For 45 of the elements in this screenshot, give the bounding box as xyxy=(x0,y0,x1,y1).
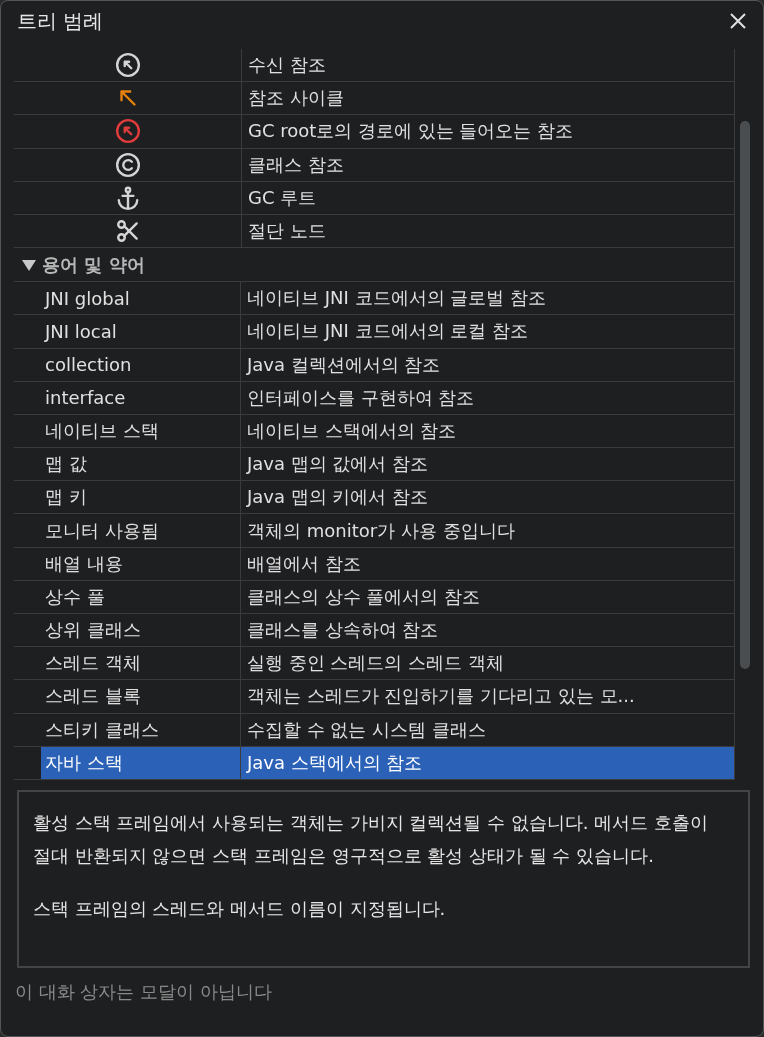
collapse-icon xyxy=(22,257,36,272)
term-cell[interactable]: 배열 내용 xyxy=(41,547,241,580)
description-cell: 네이티브 스택에서의 참조 xyxy=(241,414,736,448)
term-cell[interactable]: JNI global xyxy=(41,282,241,315)
description-cell: 인터페이스를 구현하여 참조 xyxy=(241,381,736,414)
term-cell[interactable]: 상위 클래스 xyxy=(41,614,241,647)
details-text: 스택 프레임의 스레드와 메서드 이름이 지정됩니다. xyxy=(33,896,447,921)
term-cell[interactable]: 스레드 객체 xyxy=(41,647,241,680)
group-header[interactable]: 용어 및 약어 xyxy=(14,248,736,283)
description-cell: 배열에서 참조 xyxy=(241,547,736,580)
term-cell[interactable]: 네이티브 스택 xyxy=(41,414,241,448)
description-cell: GC root로의 경로에 있는 들어오는 참조 xyxy=(242,115,736,148)
footer-note: 이 대화 상자는 모달이 아닙니다 xyxy=(14,979,273,1004)
description-cell: Java 맵의 키에서 참조 xyxy=(241,481,736,514)
description-cell: 실행 중인 스레드의 스레드 객체 xyxy=(241,647,736,680)
term-cell[interactable]: 맵 키 xyxy=(41,481,241,514)
description-cell: 클래스를 상속하여 참조 xyxy=(241,614,736,647)
term-cell[interactable]: 자바 스택 xyxy=(41,746,241,779)
description-cell: 네이티브 JNI 코드에서의 글로벌 참조 xyxy=(241,282,736,315)
term-cell[interactable]: interface xyxy=(41,381,241,414)
description-cell: 객체의 monitor가 사용 중입니다 xyxy=(241,514,736,547)
scrollbar-thumb[interactable] xyxy=(740,121,751,669)
term-cell[interactable]: 스티키 클래스 xyxy=(41,713,241,746)
description-cell: Java 스택에서의 참조 xyxy=(241,746,736,779)
description-cell: 절단 노드 xyxy=(242,214,736,248)
term-cell[interactable]: JNI local xyxy=(41,315,241,348)
description-cell: Java 맵의 값에서 참조 xyxy=(241,448,736,481)
description-cell: GC 루트 xyxy=(242,181,736,214)
description-cell: 객체는 스레드가 진입하기를 기다리고 있는 모... xyxy=(241,680,736,713)
close-icon xyxy=(729,12,747,30)
term-cell[interactable]: collection xyxy=(41,348,241,381)
term-cell[interactable]: 모니터 사용됨 xyxy=(41,514,241,547)
description-cell: 클래스 참조 xyxy=(242,148,736,181)
group-label: 용어 및 약어 xyxy=(42,252,145,277)
description-cell: 수신 참조 xyxy=(242,49,736,82)
term-cell[interactable]: 상수 풀 xyxy=(41,580,241,613)
description-cell: 네이티브 JNI 코드에서의 로컬 참조 xyxy=(241,315,736,348)
details-text: 활성 스택 프레임에서 사용되는 객체는 가비지 컬렉션될 수 없습니다. 메서드 호출이 절대 반환되지 않으면 스택 프레임은 영구적으로 활성 상태가 될 수 있습니다. xyxy=(33,810,709,868)
term-cell[interactable]: 맵 값 xyxy=(41,448,241,481)
term-cell[interactable]: 스레드 블록 xyxy=(41,680,241,713)
description-cell: 수집할 수 없는 시스템 클래스 xyxy=(241,713,736,746)
window-title: 트리 범례 xyxy=(17,7,104,35)
description-cell: 클래스의 상수 풀에서의 참조 xyxy=(241,580,736,613)
description-cell: 참조 사이클 xyxy=(242,82,736,115)
description-cell: Java 컬렉션에서의 참조 xyxy=(241,348,736,381)
